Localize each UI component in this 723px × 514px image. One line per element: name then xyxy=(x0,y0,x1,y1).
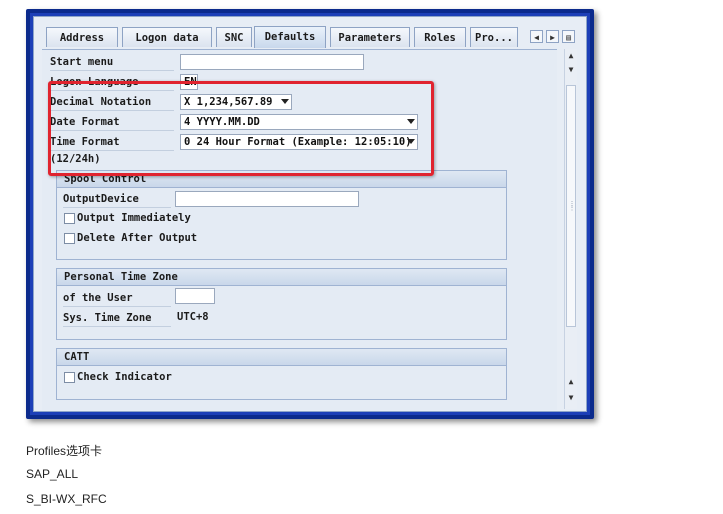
of-the-user-input[interactable] xyxy=(175,288,215,304)
tab-roles[interactable]: Roles xyxy=(414,27,466,47)
of-the-user-label: of the User xyxy=(63,290,171,307)
tab-list-icon[interactable]: ▤ xyxy=(562,30,575,43)
screenshot-frame: Address Logon data SNC Defaults Paramete… xyxy=(26,9,594,419)
catt-title: CATT xyxy=(57,349,506,366)
window-border: Address Logon data SNC Defaults Paramete… xyxy=(30,13,590,415)
user-maintenance-panel: Address Logon data SNC Defaults Paramete… xyxy=(33,16,587,412)
personal-time-zone-title: Personal Time Zone xyxy=(57,269,506,286)
check-indicator-checkbox[interactable] xyxy=(64,372,75,383)
scroll-up-icon[interactable]: ▲ xyxy=(566,51,576,61)
grip-icon: ⋮ ⋮ xyxy=(568,200,576,212)
output-device-input[interactable] xyxy=(175,191,359,207)
tab-parameters[interactable]: Parameters xyxy=(330,27,410,47)
tab-scroll-left-icon[interactable]: ◀ xyxy=(530,30,543,43)
personal-time-zone-group: Personal Time Zone of the User Sys. Time… xyxy=(56,268,507,340)
profiles-tab-text: Profiles选项卡 xyxy=(26,444,103,458)
vertical-scrollbar[interactable]: ▲ ▼ ⋮ ⋮ ▲ ▼ xyxy=(564,49,577,409)
output-immediately-label: Output Immediately xyxy=(77,212,191,224)
check-indicator-label: Check Indicator xyxy=(77,371,172,383)
spool-control-group: Spool Control OutputDevice Output Immedi… xyxy=(56,170,507,260)
profile-s-bi-wx-rfc: S_BI-WX_RFC xyxy=(26,492,107,506)
tab-logon-data[interactable]: Logon data xyxy=(122,27,212,47)
start-menu-input[interactable] xyxy=(180,54,364,70)
sys-time-zone-value: UTC+8 xyxy=(177,311,209,323)
output-immediately-checkbox[interactable] xyxy=(64,213,75,224)
output-device-label: OutputDevice xyxy=(63,191,171,208)
scroll-down-icon[interactable]: ▼ xyxy=(566,393,576,403)
tab-profiles[interactable]: Pro... xyxy=(470,27,518,47)
profile-sap-all: SAP_ALL xyxy=(26,467,79,481)
delete-after-output-checkbox[interactable] xyxy=(64,233,75,244)
start-menu-label: Start menu xyxy=(50,54,174,71)
highlight-box xyxy=(48,81,434,176)
catt-group: CATT Check Indicator xyxy=(56,348,507,400)
tab-scroll-right-icon[interactable]: ▶ xyxy=(546,30,559,43)
tab-snc[interactable]: SNC xyxy=(216,27,252,47)
tab-defaults[interactable]: Defaults xyxy=(254,26,326,48)
delete-after-output-label: Delete After Output xyxy=(77,232,198,244)
sys-time-zone-label: Sys. Time Zone xyxy=(63,310,171,327)
scroll-thumb[interactable]: ⋮ ⋮ xyxy=(566,85,576,327)
scroll-down-icon[interactable]: ▼ xyxy=(566,65,576,75)
tab-address[interactable]: Address xyxy=(46,27,118,47)
scroll-up-icon[interactable]: ▲ xyxy=(566,377,576,387)
